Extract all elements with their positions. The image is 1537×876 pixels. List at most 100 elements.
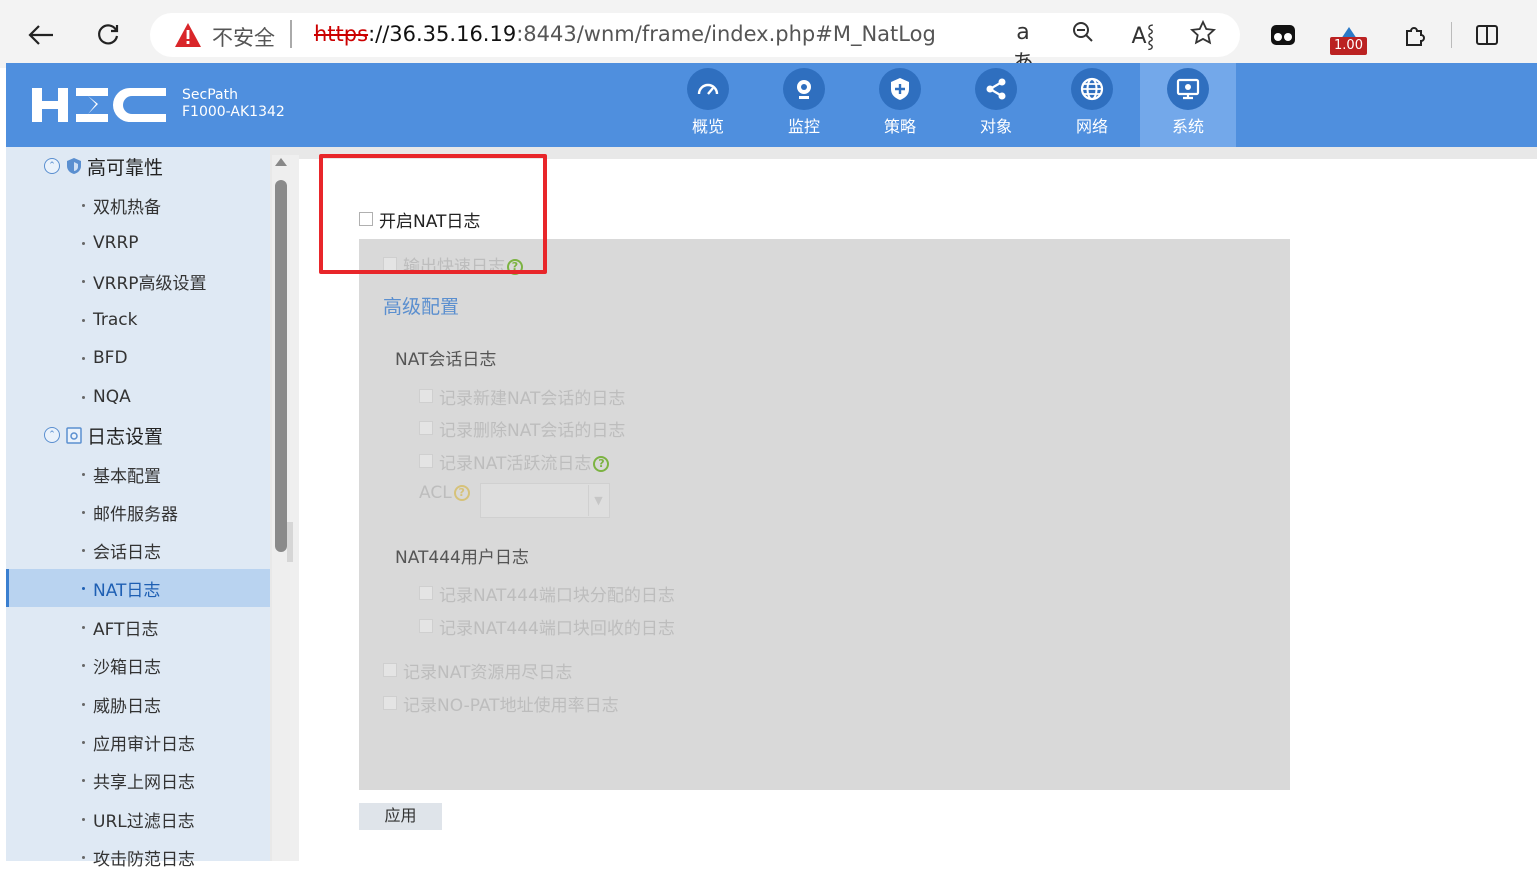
read-aloud-icon[interactable]: A⸾: [1128, 20, 1158, 50]
sidebar-item-bfd[interactable]: BFD: [6, 339, 270, 377]
sidebar-item-basic-config[interactable]: 基本配置: [6, 455, 270, 493]
help-icon[interactable]: ?: [453, 485, 470, 501]
globe-icon: [1071, 68, 1113, 110]
model-name: SecPath: [182, 87, 238, 103]
sidebar-item-vrrp[interactable]: VRRP: [6, 224, 270, 262]
share-icon: [975, 68, 1017, 110]
log-new-session-label: 记录新建NAT会话的日志: [439, 389, 626, 409]
sidebar-item-label: 攻击防范日志: [93, 849, 195, 870]
sidebar-item-label: 应用审计日志: [93, 734, 195, 755]
sidebar-item-label: 共享上网日志: [93, 772, 195, 793]
sidebar-item-label: 邮件服务器: [93, 504, 178, 525]
split-screen-icon[interactable]: [1470, 18, 1504, 52]
refresh-icon[interactable]: [91, 18, 125, 52]
nav-monitor[interactable]: 监控: [756, 63, 852, 147]
log-delete-session-checkbox[interactable]: [419, 421, 433, 435]
sidebar-item-mail-server[interactable]: 邮件服务器: [6, 493, 270, 531]
nopat-usage-checkbox[interactable]: [383, 696, 397, 710]
nat444-alloc-checkbox[interactable]: [419, 586, 433, 600]
nav-network[interactable]: 网络: [1044, 63, 1140, 147]
zoom-badge: 1.00: [1330, 37, 1367, 55]
sidebar-item-label: 威胁日志: [93, 696, 161, 717]
scrollbar-thumb[interactable]: [275, 180, 287, 552]
sidebar-item-label: VRRP高级设置: [93, 273, 207, 294]
bullet-icon: [82, 740, 85, 744]
bullet-icon: [82, 548, 85, 552]
resource-exhausted-label: 记录NAT资源用尽日志: [403, 663, 573, 683]
bullet-icon: [82, 203, 85, 207]
nat444-alloc-label: 记录NAT444端口块分配的日志: [439, 586, 675, 606]
sidebar-item-label: AFT日志: [93, 619, 159, 640]
nav-label: 对象: [979, 117, 1012, 136]
apply-button[interactable]: 应用: [359, 803, 442, 830]
nav-policy[interactable]: 策略: [852, 63, 948, 147]
sidebar-item-attack-defense-log[interactable]: 攻击防范日志: [6, 838, 270, 876]
bullet-icon: [82, 855, 85, 859]
sidebar-item-label: NAT日志: [93, 580, 161, 601]
sidebar-item-nat-log[interactable]: NAT日志: [6, 569, 270, 607]
sidebar-item-hot-standby[interactable]: 双机热备: [6, 186, 270, 224]
bullet-icon: [82, 318, 85, 322]
help-icon[interactable]: ?: [593, 456, 610, 472]
sidebar-item-threat-log[interactable]: 威胁日志: [6, 685, 270, 723]
sidebar-item-label: 基本配置: [93, 466, 161, 487]
dashboard-icon: [687, 68, 729, 110]
scroll-up-icon[interactable]: [275, 158, 287, 166]
url-text[interactable]: https://36.35.16.19:8443/wnm/frame/index…: [314, 22, 936, 46]
sidebar-item-url-filter-log[interactable]: URL过滤日志: [6, 800, 270, 838]
advanced-config-title[interactable]: 高级配置: [383, 292, 459, 319]
chevron-down-icon[interactable]: ▼: [588, 485, 608, 516]
shield-icon: [67, 158, 81, 174]
back-icon[interactable]: [24, 18, 58, 52]
favorite-star-icon[interactable]: [1188, 19, 1218, 52]
bullet-icon: [82, 279, 85, 283]
sidebar-item-vrrp-advanced[interactable]: VRRP高级设置: [6, 262, 270, 300]
nav-system[interactable]: 系统: [1140, 63, 1236, 147]
sidebar-item-label: Track: [93, 310, 138, 330]
zoom-icon[interactable]: [1068, 20, 1098, 50]
shield-plus-icon: [879, 68, 921, 110]
nav-object[interactable]: 对象: [948, 63, 1044, 147]
extension-glasses-icon[interactable]: [1266, 18, 1300, 52]
nat444-reclaim-checkbox[interactable]: [419, 619, 433, 633]
sidebar-item-nqa[interactable]: NQA: [6, 378, 270, 416]
sidebar-item-aft-log[interactable]: AFT日志: [6, 608, 270, 646]
sidebar-item-app-audit-log[interactable]: 应用审计日志: [6, 723, 270, 761]
sidebar-item-shared-access-log[interactable]: 共享上网日志: [6, 761, 270, 799]
sidebar-item-label: 会话日志: [93, 542, 161, 563]
nat-session-log-title: NAT会话日志: [395, 350, 497, 370]
sidebar-item-sandbox-log[interactable]: 沙箱日志: [6, 646, 270, 684]
url-scheme: https: [314, 22, 369, 46]
sidebar-item-label: URL过滤日志: [93, 811, 195, 832]
bullet-icon: [82, 778, 85, 782]
model-number: F1000-AK1342: [182, 104, 285, 120]
bullet-icon: [82, 395, 85, 399]
insecure-label[interactable]: 不安全: [212, 22, 275, 52]
pane-splitter[interactable]: [290, 155, 299, 861]
collapse-icon[interactable]: ⌃: [44, 158, 60, 174]
bullet-icon: [82, 356, 85, 360]
nat444-user-log-title: NAT444用户日志: [395, 548, 529, 568]
sidebar-item-track[interactable]: Track: [6, 301, 270, 339]
splitter-handle[interactable]: [287, 522, 293, 562]
camera-icon: [783, 68, 825, 110]
h3c-logo: [30, 82, 170, 128]
nopat-usage-label: 记录NO-PAT地址使用率日志: [403, 696, 619, 716]
url-host: ://36.35.16.19: [368, 22, 517, 46]
collapse-icon[interactable]: ⌃: [44, 427, 60, 443]
log-active-flow-checkbox[interactable]: [419, 454, 433, 468]
warning-icon: [174, 22, 202, 48]
resource-exhausted-checkbox[interactable]: [383, 663, 397, 677]
log-new-session-checkbox[interactable]: [419, 389, 433, 403]
bullet-icon: [82, 663, 85, 667]
nav-label: 概览: [691, 117, 724, 136]
sidebar-group-log-settings[interactable]: ⌃ 日志设置: [44, 420, 163, 450]
sidebar-group-high-availability[interactable]: ⌃ 高可靠性: [44, 151, 163, 181]
sidebar-item-session-log[interactable]: 会话日志: [6, 531, 270, 569]
extensions-puzzle-icon[interactable]: [1398, 18, 1432, 52]
nav-overview[interactable]: 概览: [660, 63, 756, 147]
toolbar-divider: [1451, 22, 1452, 48]
bullet-icon: [82, 472, 85, 476]
nav-label: 网络: [1075, 117, 1108, 136]
log-delete-session-label: 记录删除NAT会话的日志: [439, 421, 626, 441]
